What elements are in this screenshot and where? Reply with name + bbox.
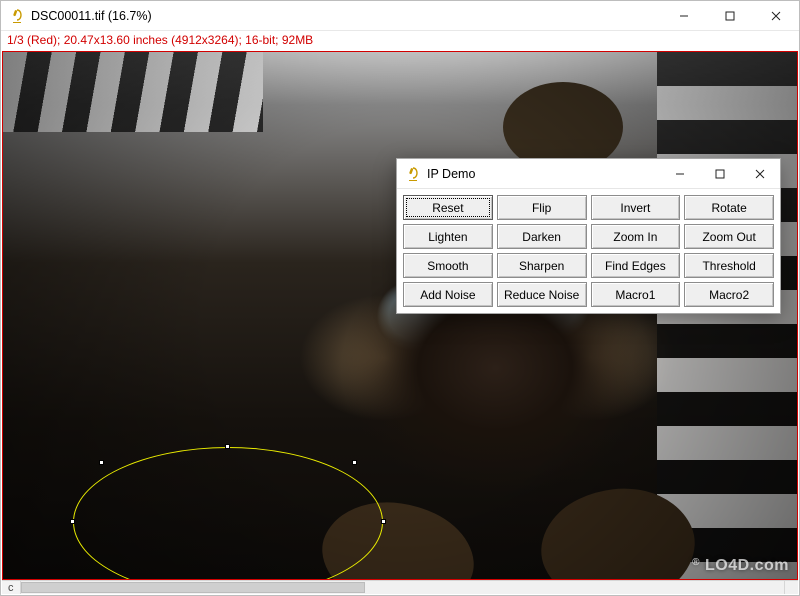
zoom-in-button[interactable]: Zoom In (591, 224, 681, 249)
find-edges-button[interactable]: Find Edges (591, 253, 681, 278)
main-titlebar[interactable]: DSC00011.tif (16.7%) (1, 1, 799, 31)
main-window-title: DSC00011.tif (16.7%) (31, 9, 661, 23)
main-minimize-button[interactable] (661, 1, 707, 30)
ip-demo-close-button[interactable] (740, 159, 780, 188)
ip-demo-maximize-button[interactable] (700, 159, 740, 188)
ip-demo-button-grid: ResetFlipInvertRotate LightenDarkenZoom I… (397, 189, 780, 313)
main-window: DSC00011.tif (16.7%) 1/3 (Red); 20.47x13… (0, 0, 800, 596)
bottom-statusbar: c (2, 580, 785, 594)
smooth-button[interactable]: Smooth (403, 253, 493, 278)
add-noise-button[interactable]: Add Noise (403, 282, 493, 307)
invert-button[interactable]: Invert (591, 195, 681, 220)
selection-handle[interactable] (381, 519, 386, 524)
microscope-icon (405, 166, 421, 182)
zoom-out-button[interactable]: Zoom Out (684, 224, 774, 249)
scrollbar-corner (784, 580, 798, 594)
rotate-button[interactable]: Rotate (684, 195, 774, 220)
selection-handle[interactable] (225, 444, 230, 449)
ip-demo-titlebar[interactable]: IP Demo (397, 159, 780, 189)
main-maximize-button[interactable] (707, 1, 753, 30)
macro2-button[interactable]: Macro2 (684, 282, 774, 307)
reset-button[interactable]: Reset (403, 195, 493, 220)
image-info-status: 1/3 (Red); 20.47x13.60 inches (4912x3264… (1, 31, 799, 50)
macro1-button[interactable]: Macro1 (591, 282, 681, 307)
flip-button[interactable]: Flip (497, 195, 587, 220)
ip-demo-dialog[interactable]: IP Demo ResetFlipInvertRotate LightenDark… (396, 158, 781, 314)
status-channel: c (2, 581, 21, 594)
ip-demo-title: IP Demo (427, 167, 660, 181)
main-window-controls (661, 1, 799, 30)
ip-demo-window-controls (660, 159, 780, 188)
horizontal-scrollbar[interactable] (21, 581, 786, 594)
scrollbar-thumb[interactable] (21, 582, 365, 593)
microscope-icon (9, 8, 25, 24)
selection-handle[interactable] (70, 519, 75, 524)
main-close-button[interactable] (753, 1, 799, 30)
darken-button[interactable]: Darken (497, 224, 587, 249)
sharpen-button[interactable]: Sharpen (497, 253, 587, 278)
selection-handle[interactable] (99, 460, 104, 465)
ip-demo-minimize-button[interactable] (660, 159, 700, 188)
lighten-button[interactable]: Lighten (403, 224, 493, 249)
image-canvas[interactable]: ® LO4D.com (2, 51, 798, 580)
reduce-noise-button[interactable]: Reduce Noise (497, 282, 587, 307)
threshold-button[interactable]: Threshold (684, 253, 774, 278)
selection-handle[interactable] (352, 460, 357, 465)
